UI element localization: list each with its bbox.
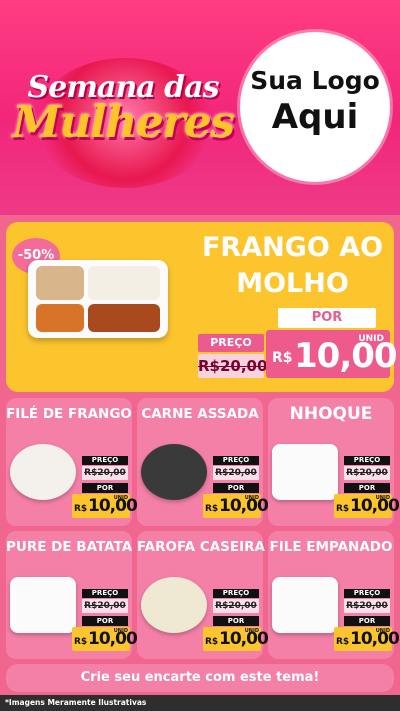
food-compartment: [88, 304, 160, 332]
product-food-image: [272, 444, 338, 500]
unit-label: UNID: [113, 628, 128, 634]
por-label: POR: [82, 483, 128, 493]
brand-logo: Semana das Mulheres: [8, 70, 238, 145]
featured-food-image: [28, 260, 168, 338]
product-title: FILE EMPANADO: [269, 539, 393, 555]
price-value: 10,00: [219, 496, 269, 516]
price-value: 10,00: [350, 629, 400, 649]
product-food-image: [272, 577, 338, 633]
por-label: POR: [213, 616, 259, 626]
food-compartment: [36, 304, 84, 332]
product-title: FILÉ DE FRANGO: [6, 406, 132, 422]
currency-symbol: R$: [272, 350, 293, 366]
unit-label: UNID: [375, 495, 390, 501]
food-compartment: [88, 266, 160, 300]
product-card[interactable]: FAROFA CASEIRA PREÇO R$20,00 POR R$ 10,0…: [137, 531, 269, 659]
featured-product-title: FRANGO AO MOLHO: [195, 230, 390, 302]
food-compartment: [36, 266, 84, 300]
product-title: PURE DE BATATA: [6, 539, 133, 555]
unit-label: UNID: [113, 495, 128, 501]
price-tag: R$ 10,00 UNID: [334, 627, 400, 651]
price-tag: R$ 10,00 UNID: [72, 627, 138, 651]
unit-label: UNID: [244, 495, 259, 501]
product-food-image: [10, 444, 76, 500]
product-card[interactable]: FILÉ DE FRANGO PREÇO R$20,00 POR R$ 10,0…: [6, 398, 138, 526]
por-label: POR: [344, 483, 390, 493]
old-price: R$20,00: [82, 466, 128, 480]
old-price: R$20,00: [213, 599, 259, 613]
por-label: POR: [213, 483, 259, 493]
price-value: 10,00: [88, 629, 138, 649]
preco-label: PREÇO: [213, 589, 259, 598]
price-tag: R$ 10,00 UNID: [203, 627, 269, 651]
preco-label: PREÇO: [198, 334, 264, 352]
header-banner: Semana das Mulheres Sua Logo Aqui: [0, 0, 400, 215]
logo-text-line1: Sua Logo: [250, 66, 380, 95]
preco-label: PREÇO: [344, 456, 390, 465]
featured-price-tag: R$ 10,00 UNID: [266, 330, 398, 378]
price-value: 10,00: [219, 629, 269, 649]
product-card[interactable]: PURE DE BATATA PREÇO R$20,00 POR R$ 10,0…: [6, 531, 138, 659]
preco-label: PREÇO: [82, 589, 128, 598]
preco-label: PREÇO: [213, 456, 259, 465]
currency-symbol: R$: [74, 637, 88, 647]
currency-symbol: R$: [205, 504, 219, 514]
old-price: R$20,00: [198, 354, 267, 378]
logo-placeholder[interactable]: Sua Logo Aqui: [240, 32, 390, 182]
currency-symbol: R$: [336, 504, 350, 514]
preco-label: PREÇO: [82, 456, 128, 465]
disclaimer-footer: *Imagens Meramente Ilustrativas: [0, 695, 400, 711]
unit-label: UNID: [244, 628, 259, 634]
price-tag: R$ 10,00 UNID: [203, 494, 269, 518]
old-price: R$20,00: [213, 466, 259, 480]
product-title: FAROFA CASEIRA: [137, 539, 265, 555]
currency-symbol: R$: [336, 637, 350, 647]
price-tag: R$ 10,00 UNID: [72, 494, 138, 518]
product-food-image: [141, 444, 207, 500]
logo-text-line2: Aqui: [271, 97, 359, 137]
old-price: R$20,00: [344, 466, 390, 480]
por-label: POR: [278, 308, 376, 328]
price-value: 10,00: [350, 496, 400, 516]
por-label: POR: [344, 616, 390, 626]
product-card[interactable]: FILE EMPANADO PREÇO R$20,00 POR R$ 10,00…: [268, 531, 400, 659]
old-price: R$20,00: [344, 599, 390, 613]
por-label: POR: [82, 616, 128, 626]
product-title: NHOQUE: [289, 404, 373, 424]
featured-title-line1: FRANGO AO: [201, 232, 384, 263]
unit-label: UNID: [358, 334, 384, 344]
price-tag: R$ 10,00 UNID: [334, 494, 400, 518]
product-food-image: [141, 577, 207, 633]
currency-symbol: R$: [74, 504, 88, 514]
product-card[interactable]: NHOQUE PREÇO R$20,00 POR R$ 10,00 UNID: [268, 398, 400, 526]
product-card[interactable]: CARNE ASSADA PREÇO R$20,00 POR R$ 10,00 …: [137, 398, 269, 526]
preco-label: PREÇO: [344, 589, 390, 598]
product-title: CARNE ASSADA: [141, 406, 259, 422]
unit-label: UNID: [375, 628, 390, 634]
featured-title-line2: MOLHO: [236, 268, 349, 299]
price-value: 10,00: [88, 496, 138, 516]
cta-button[interactable]: Crie seu encarte com este tema!: [6, 664, 394, 692]
currency-symbol: R$: [205, 637, 219, 647]
old-price: R$20,00: [82, 599, 128, 613]
product-food-image: [10, 577, 76, 633]
brand-line2: Mulheres: [12, 97, 235, 148]
